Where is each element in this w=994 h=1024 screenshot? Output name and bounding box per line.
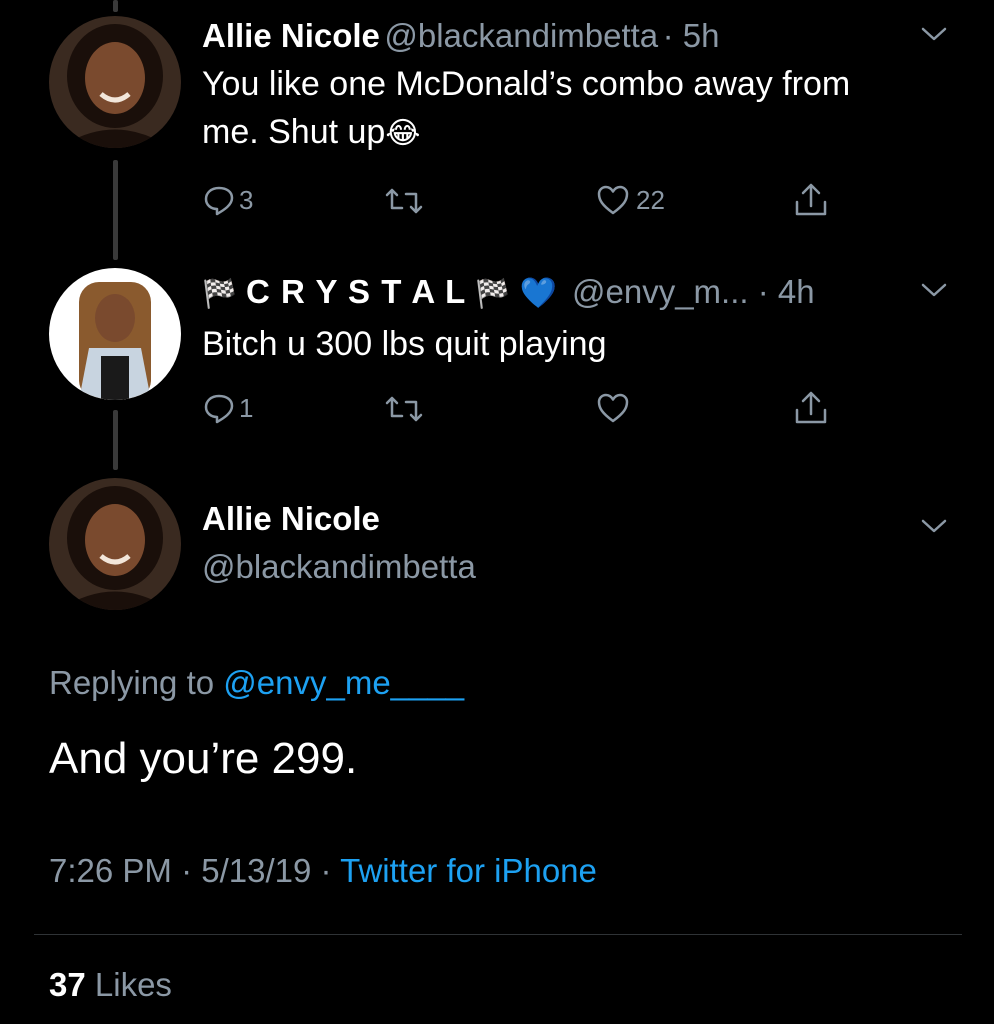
like-button[interactable] — [596, 392, 630, 424]
chevron-down-icon[interactable] — [920, 516, 948, 536]
author-handle[interactable]: @blackandimbetta — [202, 548, 476, 586]
likes-count: 37 — [49, 966, 86, 1003]
flag-emoji: 🏁 — [475, 278, 511, 309]
reply-button[interactable]: 3 — [203, 184, 253, 216]
laughing-emoji: 😂 — [385, 117, 421, 150]
retweet-button[interactable] — [384, 186, 424, 216]
share-icon — [795, 183, 827, 216]
reply-button[interactable]: 1 — [203, 392, 253, 424]
reply-icon — [204, 394, 234, 424]
tweet-meta: 7:26 PM · 5/13/19 · Twitter for iPhone — [49, 852, 597, 890]
replying-prefix: Replying to — [49, 664, 215, 701]
tweet-time[interactable]: · 4h — [758, 273, 815, 310]
mention-link[interactable]: @envy_me____ — [223, 664, 464, 701]
share-button[interactable] — [793, 182, 829, 218]
like-icon — [597, 185, 629, 215]
flag-emoji: 🏁 — [202, 278, 237, 309]
tweet-source[interactable]: Twitter for iPhone — [340, 852, 597, 889]
share-icon — [795, 391, 827, 424]
main-tweet-text: And you’re 299. — [49, 734, 358, 783]
thread-line-1 — [113, 160, 118, 260]
likes-label: Likes — [94, 966, 172, 1003]
tweet-date[interactable]: 5/13/19 — [201, 852, 311, 889]
chevron-down-icon[interactable] — [920, 24, 948, 44]
divider — [34, 934, 962, 935]
separator: · — [320, 852, 332, 889]
author-handle[interactable]: @envy_m... — [572, 273, 749, 310]
reply-icon — [204, 186, 234, 216]
retweet-button[interactable] — [384, 394, 424, 424]
likes-stat[interactable]: 37 Likes — [49, 966, 172, 1004]
tweet-text: Bitch u 300 lbs quit playing — [202, 325, 607, 363]
thread-line-2 — [113, 410, 118, 470]
like-icon — [597, 393, 629, 423]
thread-line-top — [113, 0, 118, 12]
replying-to: Replying to @envy_me____ — [49, 664, 464, 702]
tweet-time[interactable]: 7:26 PM — [49, 852, 172, 889]
separator: · — [181, 852, 193, 889]
retweet-icon — [385, 188, 423, 214]
reply-count: 1 — [239, 392, 254, 423]
tweet-time[interactable]: · 5h — [663, 17, 720, 54]
chevron-down-icon[interactable] — [920, 280, 948, 300]
avatar[interactable] — [49, 16, 181, 148]
author-name[interactable]: Allie Nicole — [202, 17, 380, 54]
tweet-text-line: me. Shut up — [202, 113, 386, 151]
tweet-text-line: You like one McDonald’s combo away from — [202, 65, 851, 103]
like-count: 22 — [636, 184, 665, 215]
retweet-icon — [385, 396, 423, 422]
author-handle[interactable]: @blackandimbetta — [384, 17, 658, 54]
share-button[interactable] — [793, 390, 829, 426]
avatar[interactable] — [49, 478, 181, 610]
author-name[interactable]: C R Y S T A L — [246, 273, 466, 310]
like-button[interactable]: 22 — [596, 184, 665, 216]
author-name[interactable]: Allie Nicole — [202, 500, 380, 538]
avatar[interactable] — [49, 268, 181, 400]
blue-heart-emoji: 💙 — [519, 277, 557, 310]
reply-count: 3 — [239, 184, 254, 215]
